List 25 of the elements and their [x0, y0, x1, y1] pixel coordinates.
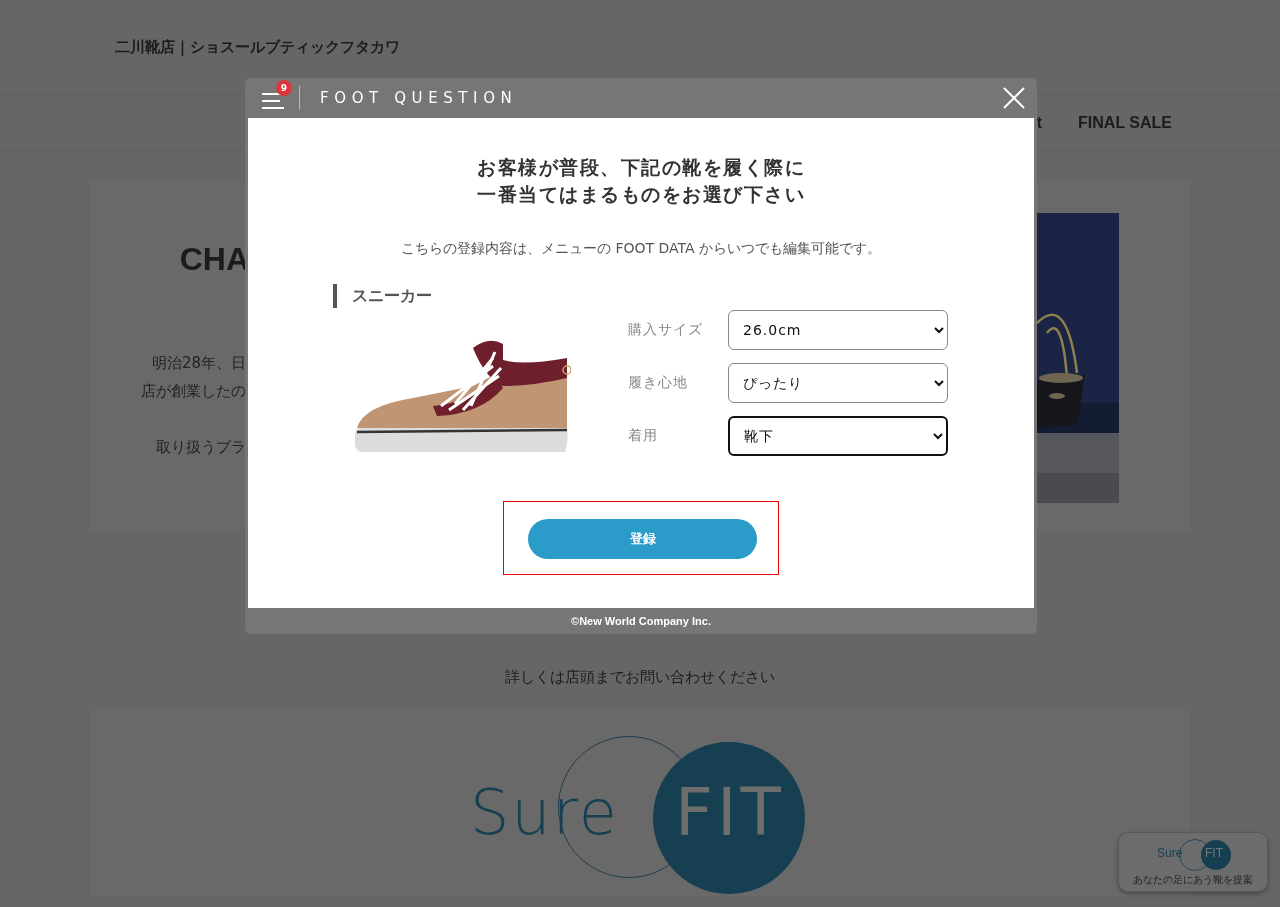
nav-link[interactable]: t: [1036, 113, 1043, 132]
field-label: 着用: [628, 427, 659, 445]
intro-text: 明治28年、日: [151, 353, 246, 374]
close-icon[interactable]: [1003, 87, 1025, 109]
surefit-logo: Sure FIT: [470, 736, 810, 907]
question-heading: 一番当てはまるものをお選び下さい: [477, 182, 805, 207]
nav-link[interactable]: FINAL SALE: [1078, 113, 1172, 132]
surefit-widget[interactable]: Sure FIT あなたの足にあう靴を提案: [1118, 832, 1268, 892]
register-button[interactable]: 登録: [528, 519, 757, 559]
info-text: こちらの登録内容は、メニューの FOOT DATA からいつでも編集可能です。: [400, 239, 882, 258]
field-label: 履き心地: [628, 374, 689, 392]
dropdown[interactable]: ぴったり: [728, 363, 948, 403]
dropdown[interactable]: 26.0cm: [728, 310, 948, 350]
site-title[interactable]: 二川靴店｜ショスールブティックフタカワ: [115, 37, 400, 57]
notification-badge: 9: [276, 80, 292, 96]
field-label: 購入サイズ: [628, 321, 704, 339]
intro-text: 店が創業したの: [141, 381, 246, 402]
modal-title: FOOT QUESTION: [320, 89, 519, 107]
menu-icon[interactable]: [262, 92, 284, 110]
contact-note: 詳しくは店頭までお問い合わせください: [505, 667, 775, 688]
copyright-text: ©New World Company Inc.: [571, 615, 711, 627]
section-heading: CHA: [179, 241, 249, 277]
question-heading: お客様が普段、下記の靴を履く際に: [477, 155, 805, 180]
dropdown[interactable]: 靴下: [728, 416, 948, 456]
intro-text: 取り扱うブラ: [156, 437, 246, 458]
